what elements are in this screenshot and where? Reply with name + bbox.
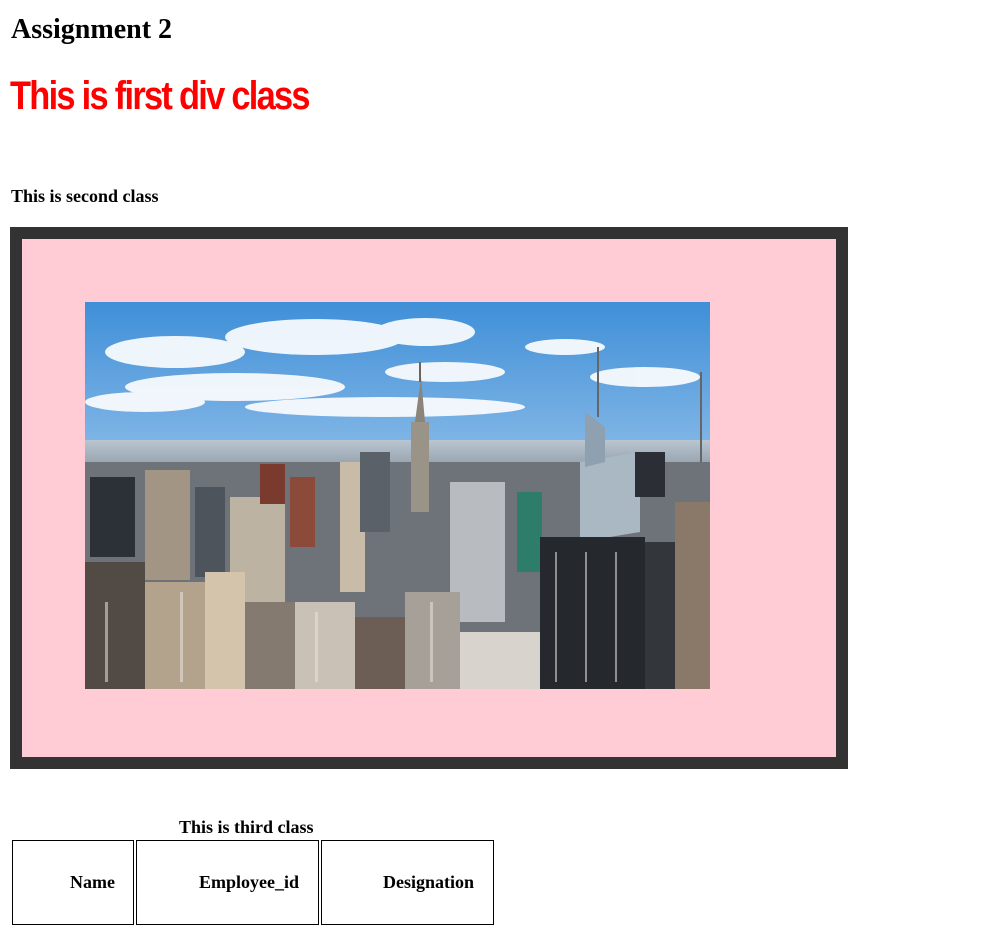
table-header-row: Name Employee_id Designation bbox=[12, 840, 494, 925]
first-div-text: This is first div class bbox=[10, 74, 311, 118]
third-class-label: This is third class bbox=[179, 817, 314, 837]
header-name: Name bbox=[12, 840, 134, 925]
second-class-label: This is second class bbox=[11, 186, 159, 206]
header-employee-id: Employee_id bbox=[136, 840, 319, 925]
city-skyline-image bbox=[85, 302, 710, 689]
image-frame bbox=[10, 227, 848, 769]
page-title: Assignment 2 bbox=[11, 14, 173, 45]
header-designation: Designation bbox=[321, 840, 494, 925]
page: Assignment 2 This is first div class Thi… bbox=[0, 0, 1008, 928]
employee-table: Name Employee_id Designation bbox=[10, 838, 496, 927]
